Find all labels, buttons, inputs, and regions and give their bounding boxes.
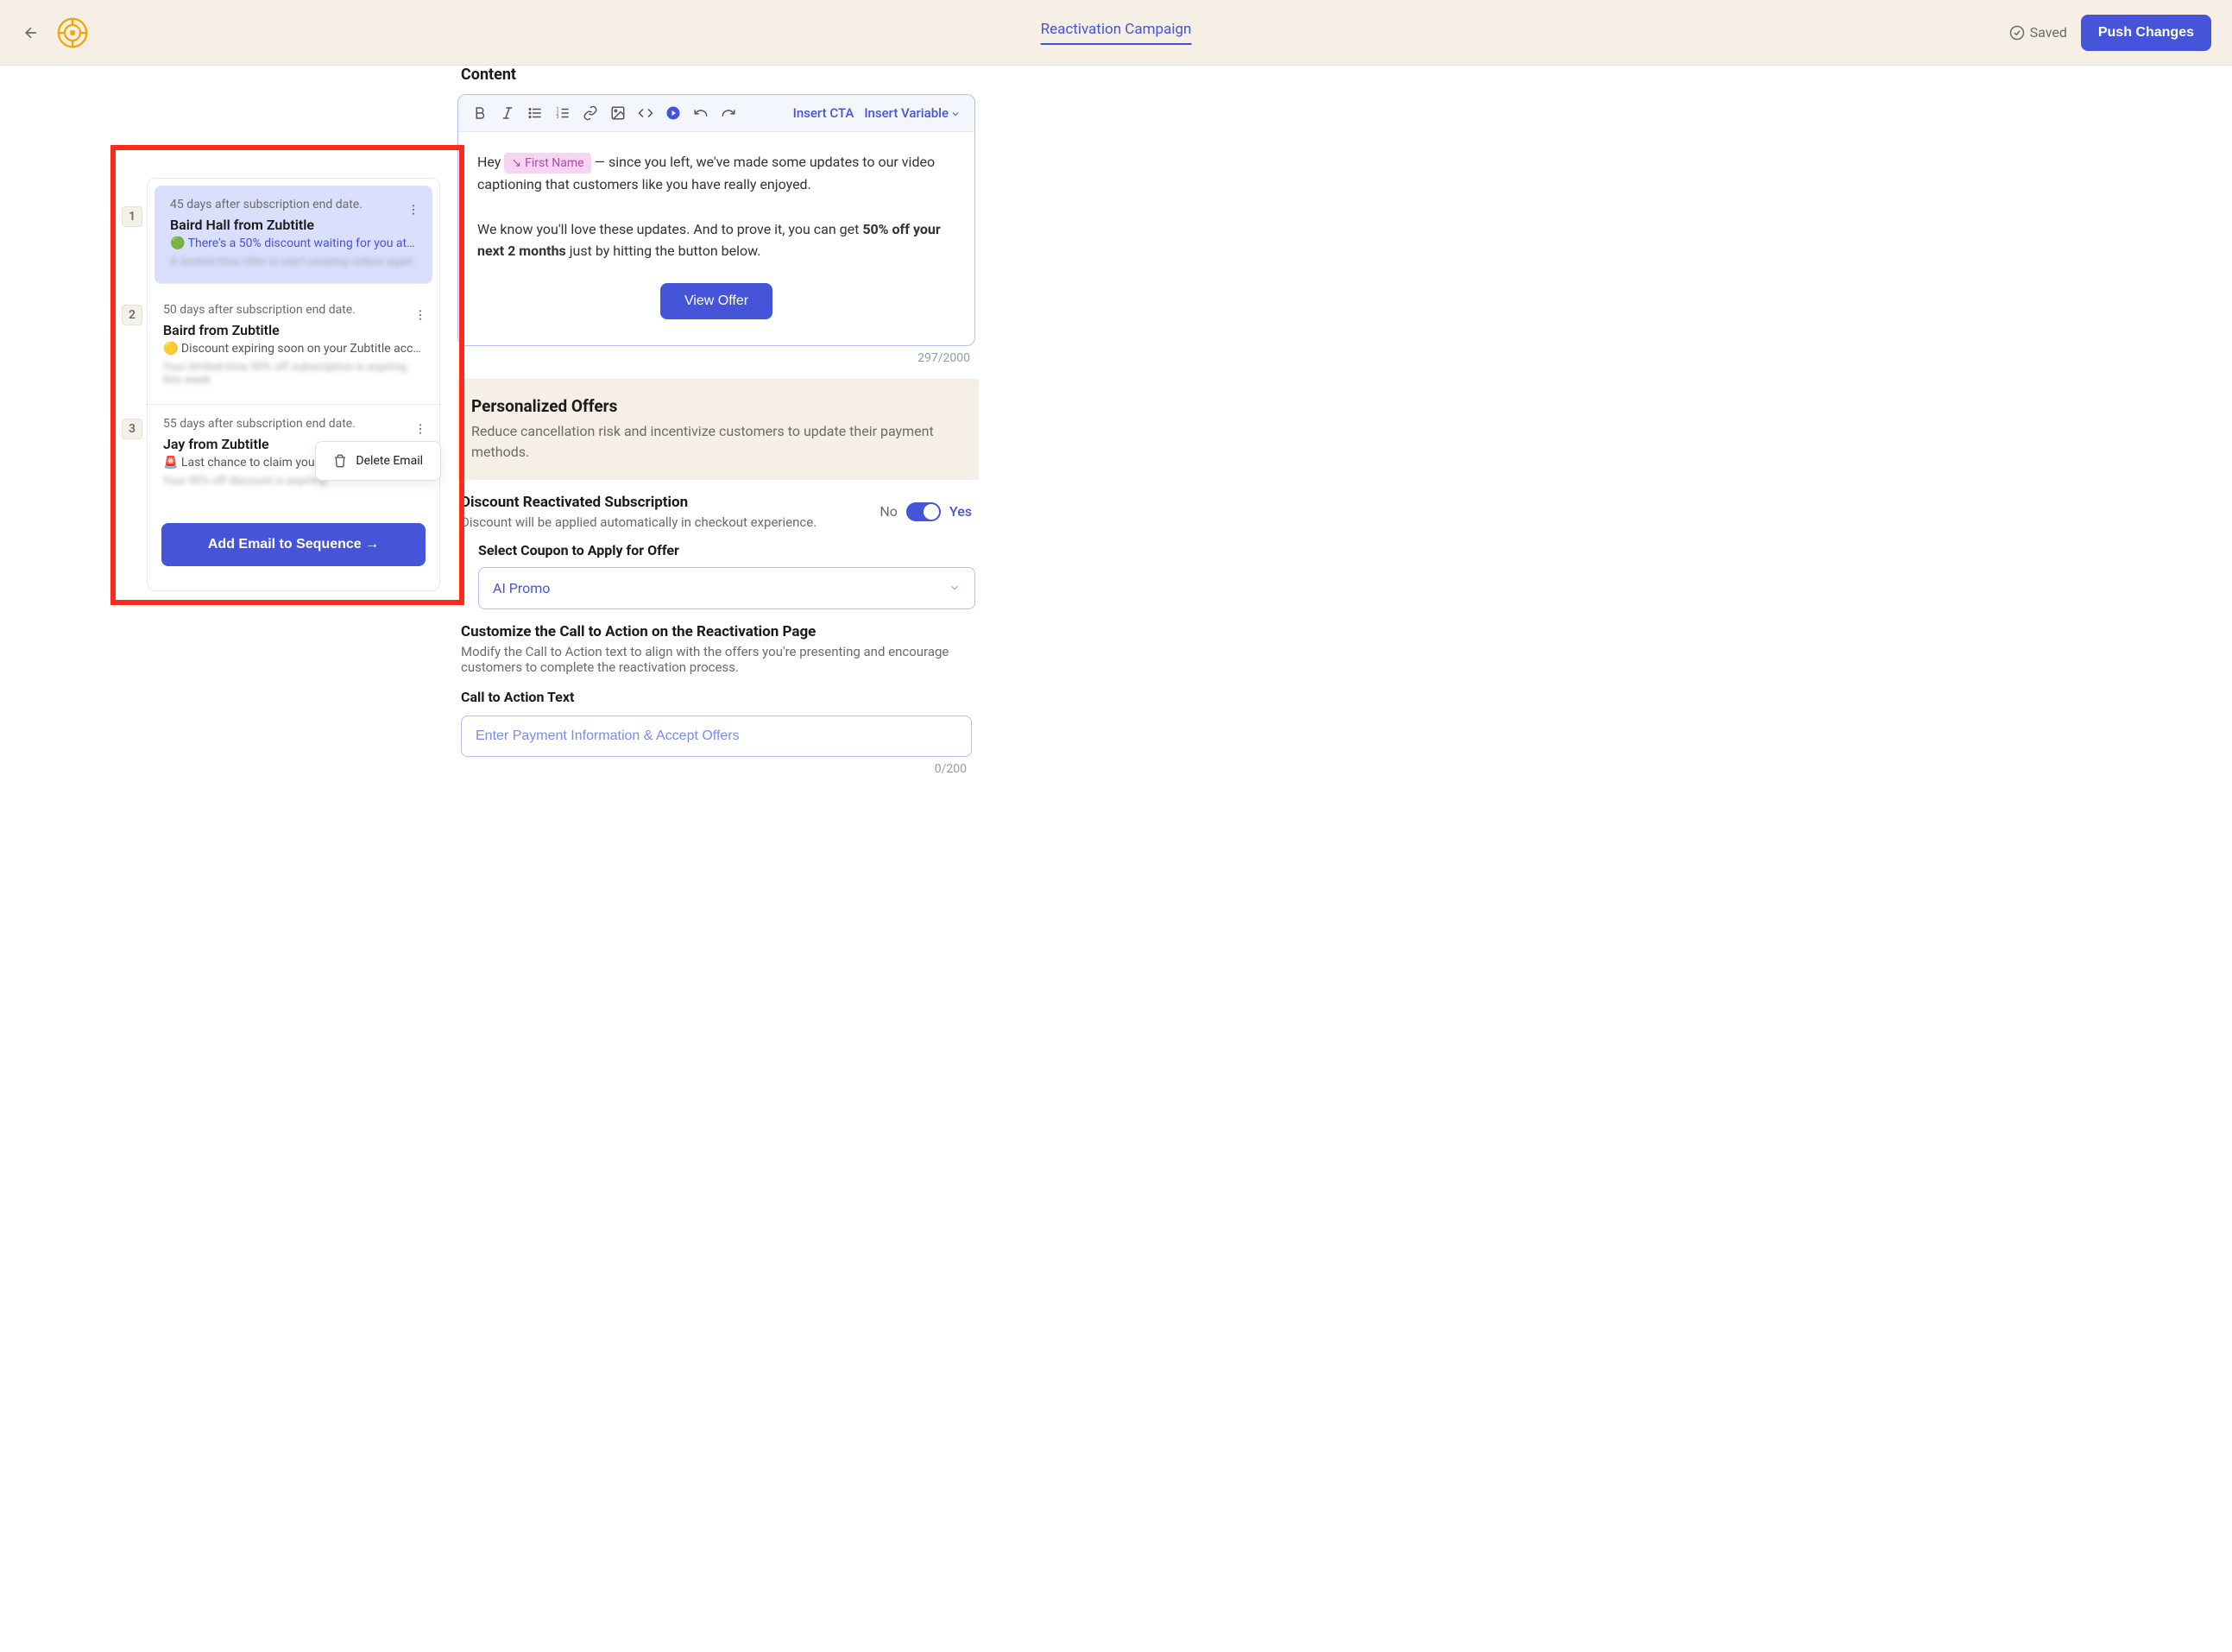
trash-icon — [333, 454, 347, 468]
push-changes-button[interactable]: Push Changes — [2081, 15, 2211, 51]
coupon-select[interactable]: AI Promo — [478, 567, 975, 609]
sequence-timing: 55 days after subscription end date. — [163, 417, 424, 431]
check-circle-icon — [2009, 25, 2025, 41]
more-vertical-icon — [413, 308, 427, 322]
sequence-preview-blur: A limited-time offer to start creating v… — [170, 255, 417, 271]
sequence-number: 2 — [122, 305, 142, 325]
coupon-label: Select Coupon to Apply for Offer — [478, 542, 975, 558]
sequence-number: 3 — [122, 419, 142, 439]
email-sequence-card: 1 45 days after subscription end date. B… — [147, 178, 440, 591]
discount-description: Discount will be applied automatically i… — [461, 514, 880, 530]
cta-text-input[interactable] — [461, 716, 972, 757]
sequence-preview-blur: Your limited-time 50% off subscription i… — [163, 361, 424, 392]
sequence-subject: 🟡 Discount expiring soon on your Zubtitl… — [163, 342, 424, 356]
list-bullet-icon[interactable] — [527, 105, 543, 121]
saved-status: Saved — [2009, 24, 2067, 41]
app-header: Reactivation Campaign Saved Push Changes — [0, 0, 2232, 66]
sequence-number: 1 — [122, 206, 142, 227]
image-icon[interactable] — [610, 105, 626, 121]
more-vertical-icon — [413, 422, 427, 436]
chevron-down-icon — [950, 109, 961, 119]
link-icon[interactable] — [583, 105, 598, 121]
sequence-subject: 🟢 There's a 50% discount waiting for you… — [170, 236, 417, 250]
undo-icon[interactable] — [693, 105, 709, 121]
coupon-value: AI Promo — [493, 580, 550, 596]
code-icon[interactable] — [638, 105, 653, 121]
content-editor: 123 Insert CTA Insert Variable Hey ↘ Fir… — [457, 94, 975, 346]
personalized-offers-banner: Personalized Offers Reduce cancellation … — [457, 379, 979, 480]
kebab-menu-button[interactable] — [410, 305, 431, 328]
cta-customize-title: Customize the Call to Action on the Reac… — [461, 623, 972, 640]
sequence-from: Baird Hall from Zubtitle — [170, 217, 417, 233]
chevron-down-icon — [949, 582, 961, 594]
sequence-timing: 45 days after subscription end date. — [170, 198, 417, 211]
more-vertical-icon — [407, 203, 420, 217]
sequence-item[interactable]: 1 45 days after subscription end date. B… — [154, 186, 432, 284]
list-ordered-icon[interactable]: 123 — [555, 105, 571, 121]
offers-title: Personalized Offers — [471, 396, 965, 416]
italic-icon[interactable] — [500, 105, 515, 121]
discount-title: Discount Reactivated Subscription — [461, 494, 880, 511]
insert-variable-button[interactable]: Insert Variable — [864, 105, 961, 121]
sequence-item[interactable]: 3 55 days after subscription end date. J… — [148, 405, 439, 502]
add-email-button[interactable]: Add Email to Sequence → — [161, 523, 426, 566]
offers-description: Reduce cancellation risk and incentivize… — [471, 421, 965, 463]
bold-icon[interactable] — [472, 105, 488, 121]
page-title: Reactivation Campaign — [1041, 21, 1192, 45]
kebab-menu-button[interactable] — [410, 419, 431, 442]
content-section-label: Content — [461, 66, 975, 84]
content-char-count: 297/2000 — [457, 351, 970, 365]
delete-email-label: Delete Email — [356, 454, 423, 468]
sequence-timing: 50 days after subscription end date. — [163, 303, 424, 317]
saved-label: Saved — [2030, 24, 2067, 41]
delete-email-menu[interactable]: Delete Email — [315, 441, 441, 481]
back-button[interactable] — [21, 22, 41, 43]
editor-body[interactable]: Hey ↘ First Name — since you left, we've… — [458, 132, 974, 345]
discount-row: Discount Reactivated Subscription Discou… — [457, 480, 975, 530]
sequence-item[interactable]: 2 50 days after subscription end date. B… — [148, 291, 439, 405]
sequence-from: Baird from Zubtitle — [163, 322, 424, 338]
discount-toggle[interactable] — [906, 502, 941, 521]
editor-toolbar: 123 Insert CTA Insert Variable — [458, 95, 974, 132]
app-logo — [55, 16, 90, 50]
kebab-menu-button[interactable] — [403, 199, 424, 223]
insert-cta-button[interactable]: Insert CTA — [793, 105, 854, 121]
view-offer-button[interactable]: View Offer — [660, 283, 772, 319]
play-circle-icon[interactable] — [665, 105, 681, 121]
cta-customize-desc: Modify the Call to Action text to align … — [461, 644, 972, 675]
variable-tag[interactable]: ↘ First Name — [504, 153, 590, 173]
redo-icon[interactable] — [721, 105, 736, 121]
cta-text-label: Call to Action Text — [461, 689, 972, 705]
svg-text:3: 3 — [557, 115, 559, 120]
toggle-no-label: No — [880, 503, 898, 520]
toggle-yes-label: Yes — [949, 503, 972, 520]
cta-char-count: 0/200 — [461, 762, 967, 776]
